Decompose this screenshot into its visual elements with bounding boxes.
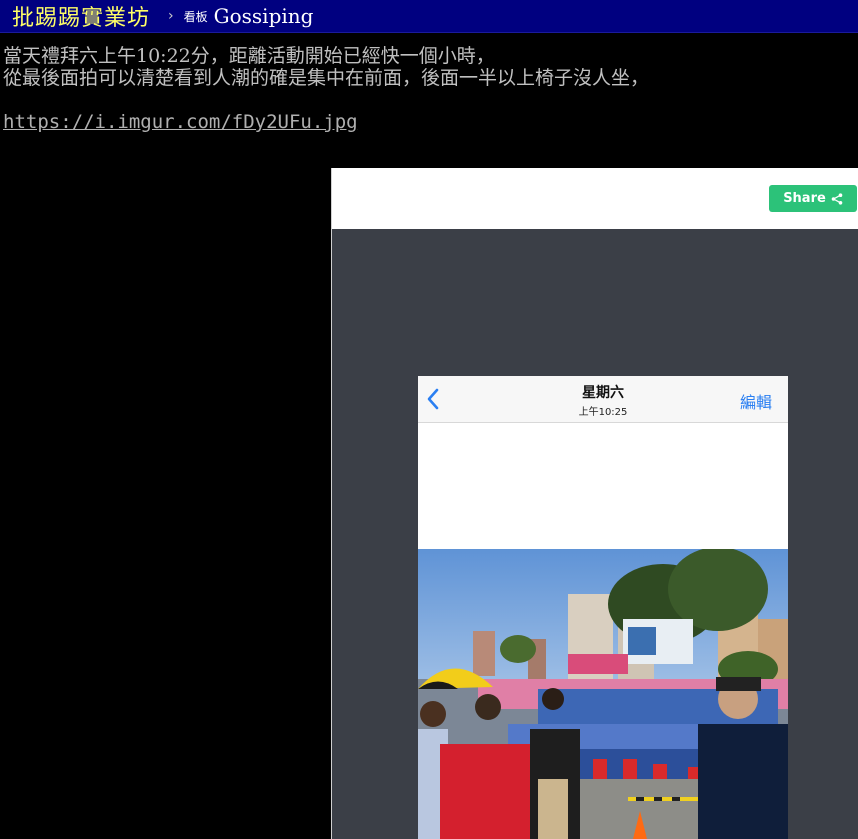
image-link[interactable]: https://i.imgur.com/fDy2UFu.jpg: [3, 111, 358, 133]
post-content: 當天禮拜六上午10:22分，距離活動開始已經快一個小時， 從最後面拍可以清楚看到…: [3, 45, 858, 133]
nav-time: 上午10:25: [578, 407, 628, 418]
imgur-embed: Share 星期六 上午10:25 編輯: [331, 168, 858, 839]
board-prefix-label: 看板: [183, 9, 208, 24]
share-label: Share: [783, 191, 826, 206]
nav-title: 星期六: [582, 385, 624, 401]
phone-screenshot: 星期六 上午10:25 編輯: [418, 376, 788, 839]
share-icon: [831, 192, 843, 205]
embed-image-area: 星期六 上午10:25 編輯: [332, 229, 858, 839]
edit-button[interactable]: 編輯: [740, 389, 772, 413]
breadcrumb-separator: ›: [168, 8, 174, 24]
site-logo-link[interactable]: 批踢踢實業坊: [12, 0, 150, 32]
post-text-line-1: 當天禮拜六上午10:22分，距離活動開始已經快一個小時，: [3, 45, 495, 67]
ios-navigation-bar: 星期六 上午10:25 編輯: [418, 376, 788, 423]
crowd-photo: [418, 549, 788, 839]
post-text-line-2: 從最後面拍可以清楚看到人潮的確是集中在前面，後面一半以上椅子沒人坐，: [3, 67, 650, 89]
top-navigation-bar: 批踢踢實業坊 › 看板 Gossiping: [0, 0, 858, 33]
blank-area: [418, 423, 788, 549]
share-button[interactable]: Share: [769, 185, 857, 212]
board-name-link[interactable]: Gossiping: [214, 4, 314, 28]
embed-header: Share: [332, 168, 858, 229]
